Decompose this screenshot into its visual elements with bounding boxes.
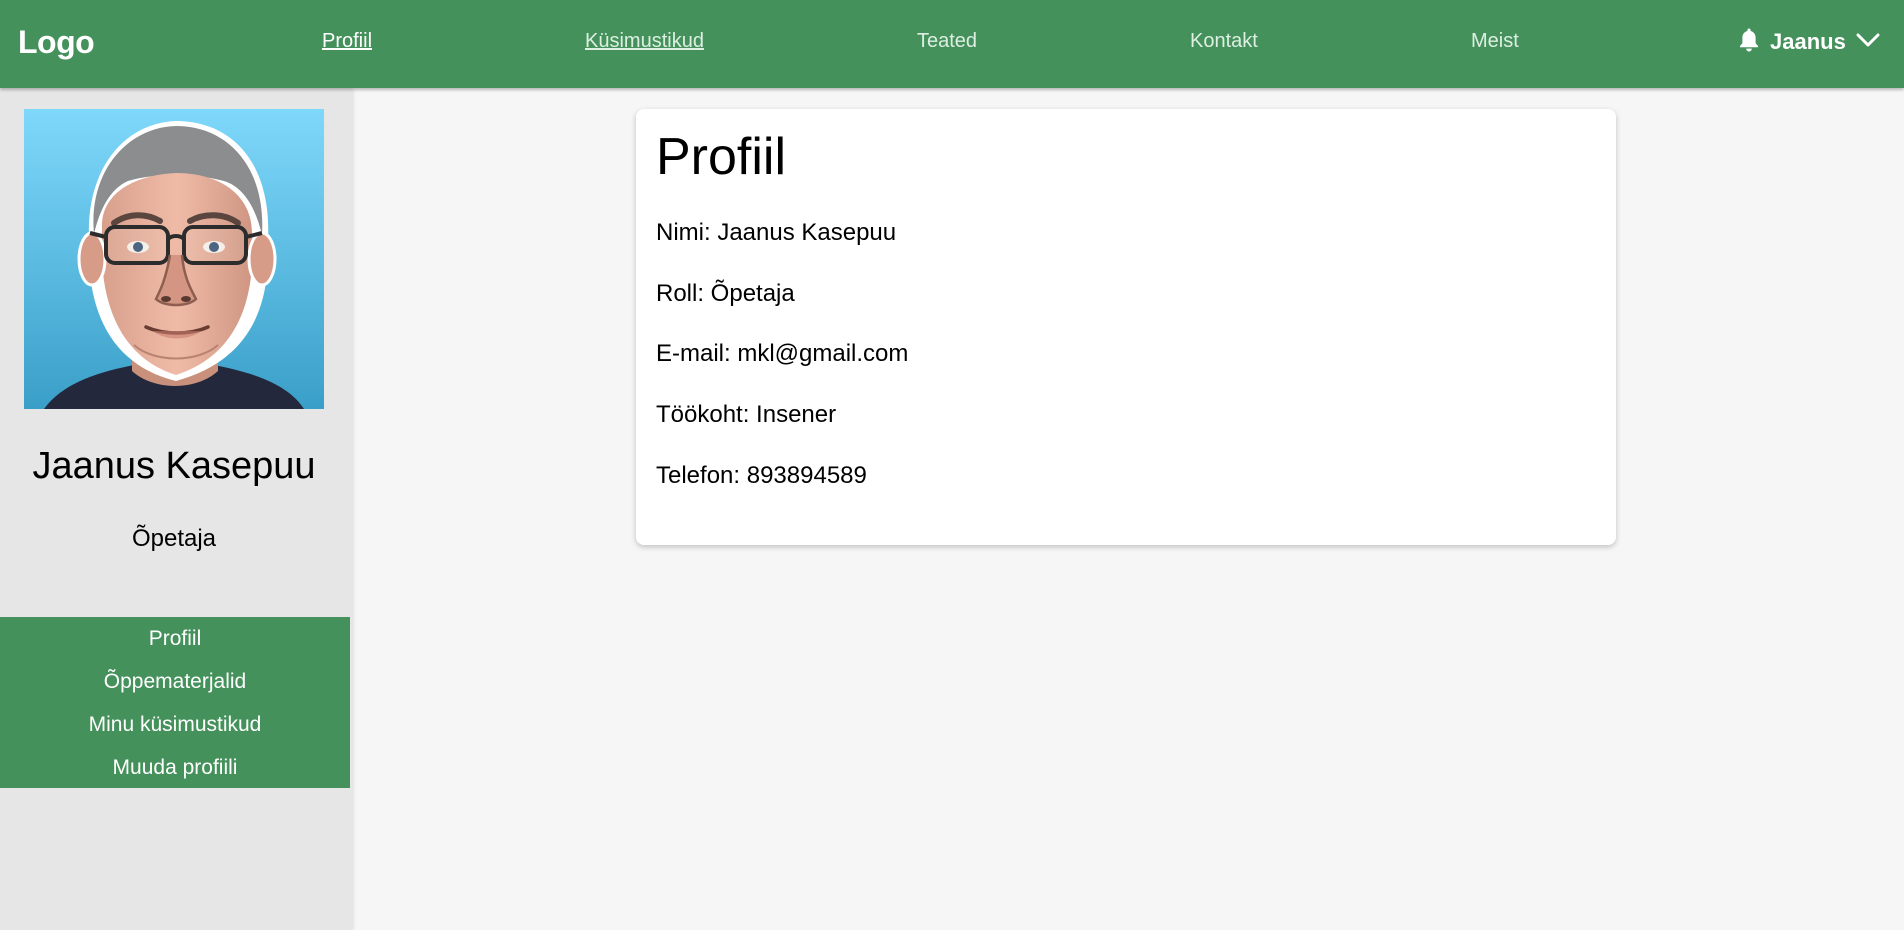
- profile-name: Jaanus Kasepuu: [32, 445, 316, 487]
- nav-link-meist[interactable]: Meist: [1471, 30, 1519, 53]
- profile-card: Profiil Nimi: Jaanus Kasepuu Roll: Õpeta…: [636, 109, 1616, 545]
- profile-role: Õpetaja: [131, 525, 217, 552]
- nav-link-kontakt[interactable]: Kontakt: [1190, 30, 1258, 53]
- nav-link-teated[interactable]: Teated: [917, 30, 977, 53]
- sidebar: Jaanus Kasepuu Õpetaja Profiil Õppemater…: [0, 88, 352, 930]
- profile-field-phone: Telefon: 893894589: [656, 462, 867, 489]
- top-navbar: Logo Profiil Küsimustikud Teated Kontakt…: [0, 0, 1904, 88]
- profile-field-email: E-mail: mkl@gmail.com: [656, 340, 909, 367]
- sidebar-item-minu-kusimustikud[interactable]: Minu küsimustikud: [0, 703, 350, 746]
- sidebar-item-oppematerjalid[interactable]: Õppematerjalid: [0, 660, 350, 703]
- profile-field-role: Roll: Õpetaja: [656, 280, 795, 307]
- chevron-down-icon[interactable]: [1856, 32, 1880, 53]
- profile-field-name: Nimi: Jaanus Kasepuu: [656, 219, 897, 246]
- user-name[interactable]: Jaanus: [1770, 29, 1846, 55]
- bell-icon[interactable]: [1738, 27, 1760, 58]
- avatar: [24, 109, 324, 409]
- sidebar-menu: Profiil Õppematerjalid Minu küsimustikud…: [0, 617, 350, 788]
- user-menu[interactable]: Jaanus: [1738, 24, 1880, 60]
- profile-field-workplace: Töökoht: Insener: [656, 401, 837, 428]
- page-title: Profiil: [656, 128, 787, 186]
- nav-link-kusimustikud[interactable]: Küsimustikud: [585, 30, 704, 53]
- sidebar-item-profiil[interactable]: Profiil: [0, 617, 350, 660]
- logo[interactable]: Logo: [18, 24, 95, 61]
- nav-link-profiil[interactable]: Profiil: [322, 30, 372, 53]
- sidebar-item-muuda-profiili[interactable]: Muuda profiili: [0, 746, 350, 789]
